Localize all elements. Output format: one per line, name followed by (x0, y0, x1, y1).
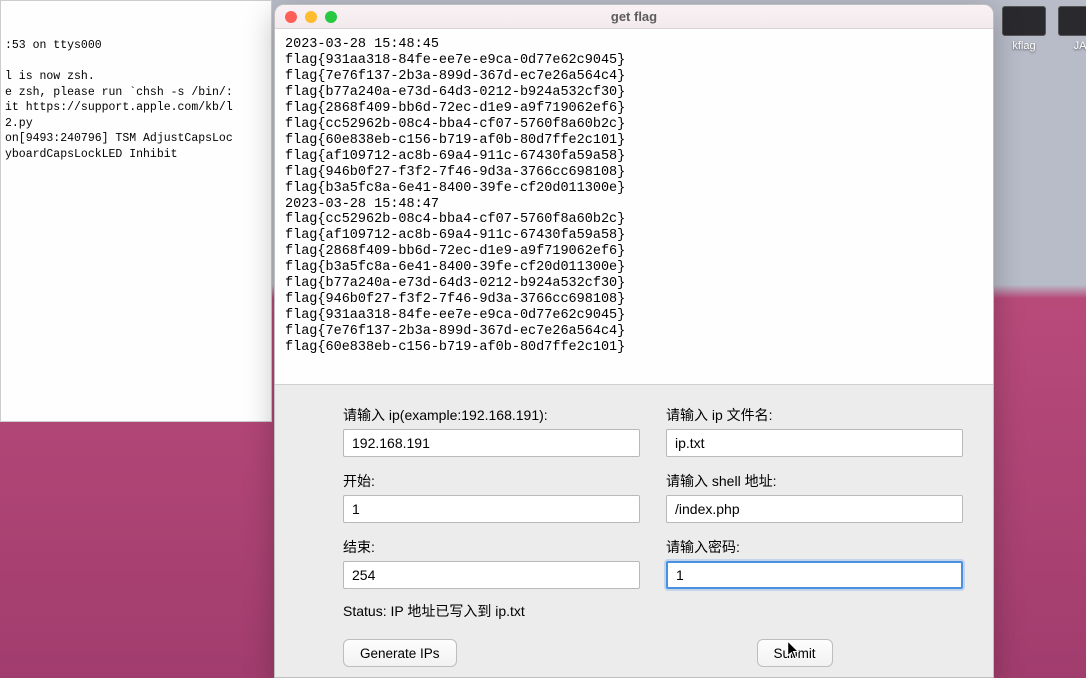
desktop-icon-ja[interactable]: JA (1058, 6, 1086, 94)
start-label: 开始: (343, 471, 640, 491)
getflag-window: get flag 2023-03-28 15:48:45 flag{931aa3… (274, 4, 994, 678)
desktop-icon-label: JA (1074, 40, 1086, 52)
ip-label: 请输入 ip(example:192.168.191): (343, 405, 640, 425)
ip-input[interactable] (343, 429, 640, 457)
close-button[interactable] (285, 11, 297, 23)
window-titlebar[interactable]: get flag (275, 5, 993, 29)
start-input[interactable] (343, 495, 640, 523)
zoom-button[interactable] (325, 11, 337, 23)
password-label: 请输入密码: (666, 537, 963, 557)
traffic-lights (285, 11, 337, 23)
generate-ips-button[interactable]: Generate IPs (343, 639, 457, 667)
end-input[interactable] (343, 561, 640, 589)
file-thumbnail-icon (1002, 6, 1046, 36)
background-terminal-text: :53 on ttys000 l is now zsh. e zsh, plea… (5, 38, 267, 162)
desktop-icon-label: kflag (1012, 40, 1035, 52)
form-area: 请输入 ip(example:192.168.191): 开始: 结束: Sta… (275, 385, 993, 677)
desktop-icons-area: kflag JA (996, 0, 1086, 100)
form-left-column: 请输入 ip(example:192.168.191): 开始: 结束: Sta… (343, 401, 640, 621)
ipfile-label: 请输入 ip 文件名: (666, 405, 963, 425)
file-thumbnail-icon (1058, 6, 1086, 36)
status-text: Status: IP 地址已写入到 ip.txt (343, 601, 640, 621)
form-right-column: 请输入 ip 文件名: 请输入 shell 地址: 请输入密码: (666, 401, 963, 621)
shell-label: 请输入 shell 地址: (666, 471, 963, 491)
ipfile-input[interactable] (666, 429, 963, 457)
output-textarea[interactable]: 2023-03-28 15:48:45 flag{931aa318-84fe-e… (275, 29, 993, 385)
window-title: get flag (275, 9, 993, 24)
password-input[interactable] (666, 561, 963, 589)
shell-input[interactable] (666, 495, 963, 523)
background-terminal-window: :53 on ttys000 l is now zsh. e zsh, plea… (0, 0, 272, 422)
minimize-button[interactable] (305, 11, 317, 23)
desktop-icon-kflag[interactable]: kflag (1002, 6, 1046, 94)
submit-button[interactable]: Submit (757, 639, 833, 667)
end-label: 结束: (343, 537, 640, 557)
